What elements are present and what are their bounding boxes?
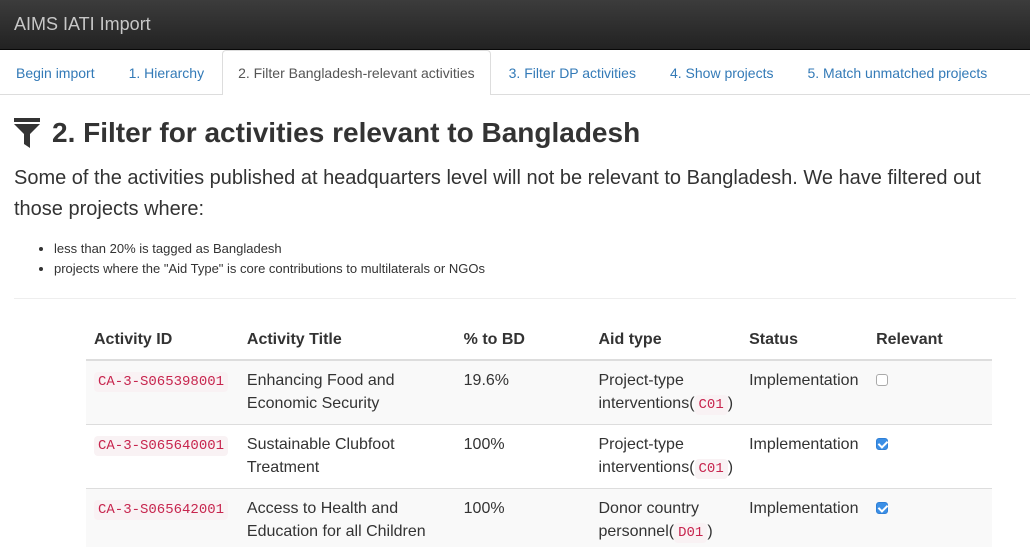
aid-type: Donor country personnel(D01) [590, 488, 742, 547]
tab-begin-import[interactable]: Begin import [0, 50, 111, 94]
aid-type: Project-type interventions(C01) [590, 424, 742, 489]
col-header-activity-id: Activity ID [86, 327, 239, 361]
tab-filter-dp[interactable]: 3. Filter DP activities [493, 50, 652, 94]
table-header-row: Activity ID Activity Title % to BD Aid t… [86, 327, 992, 361]
page-title: 2. Filter for activities relevant to Ban… [52, 117, 641, 148]
aid-type-code: C01 [694, 394, 728, 415]
tab-match-unmatched[interactable]: 5. Match unmatched projects [791, 50, 1003, 94]
col-header-aid-type: Aid type [590, 327, 742, 361]
top-navbar: AIMS IATI Import [0, 0, 1030, 50]
table-row: CA-3-S065642001 Access to Health and Edu… [86, 488, 992, 547]
aid-type-code: C01 [694, 458, 728, 479]
aid-type-name: Project-type interventions [598, 436, 690, 476]
activity-status: Implementation [741, 488, 869, 547]
criteria-item: less than 20% is tagged as Bangladesh [54, 239, 1016, 259]
activity-status: Implementation [741, 359, 869, 425]
table-row: CA-3-S065640001 Sustainable Clubfoot Tre… [86, 424, 992, 489]
divider [14, 298, 1016, 299]
app-brand[interactable]: AIMS IATI Import [14, 14, 151, 35]
aid-type-code: D01 [674, 522, 708, 543]
activity-id: CA-3-S065640001 [94, 436, 229, 456]
table-row: CA-3-S065398001 Enhancing Food and Econo… [86, 359, 992, 425]
tab-filter-bangladesh[interactable]: 2. Filter Bangladesh-relevant activities [222, 50, 491, 95]
pct-to-bd: 100% [455, 424, 591, 489]
activity-status: Implementation [741, 424, 869, 489]
pct-to-bd: 19.6% [455, 359, 591, 425]
aid-type: Project-type interventions(C01) [590, 359, 742, 425]
aid-type-name: Project-type interventions [598, 372, 690, 412]
activity-id: CA-3-S065642001 [94, 500, 229, 520]
col-header-status: Status [741, 327, 869, 361]
main-content: 2. Filter for activities relevant to Ban… [0, 117, 1030, 299]
tab-hierarchy[interactable]: 1. Hierarchy [113, 50, 220, 94]
filter-criteria-list: less than 20% is tagged as Bangladesh pr… [54, 239, 1016, 279]
filter-icon [14, 118, 40, 148]
criteria-item: projects where the "Aid Type" is core co… [54, 259, 1016, 279]
relevant-checkbox[interactable] [876, 374, 889, 386]
relevant-checkbox[interactable] [876, 502, 889, 514]
activity-title: Access to Health and Education for all C… [238, 488, 456, 547]
activity-title: Sustainable Clubfoot Treatment [238, 424, 456, 489]
col-header-pct-to-bd: % to BD [455, 327, 591, 361]
col-header-activity-title: Activity Title [238, 327, 456, 361]
wizard-tabs: Begin import 1. Hierarchy 2. Filter Bang… [0, 50, 1030, 95]
page-heading: 2. Filter for activities relevant to Ban… [14, 117, 1016, 149]
relevant-checkbox[interactable] [876, 438, 889, 450]
page-lead: Some of the activities published at head… [14, 167, 981, 220]
activity-title: Enhancing Food and Economic Security [238, 359, 456, 425]
col-header-relevant: Relevant [868, 327, 992, 361]
pct-to-bd: 100% [455, 488, 591, 547]
activity-id: CA-3-S065398001 [94, 372, 229, 392]
activities-table: Activity ID Activity Title % to BD Aid t… [86, 327, 992, 547]
tab-show-projects[interactable]: 4. Show projects [654, 50, 790, 94]
